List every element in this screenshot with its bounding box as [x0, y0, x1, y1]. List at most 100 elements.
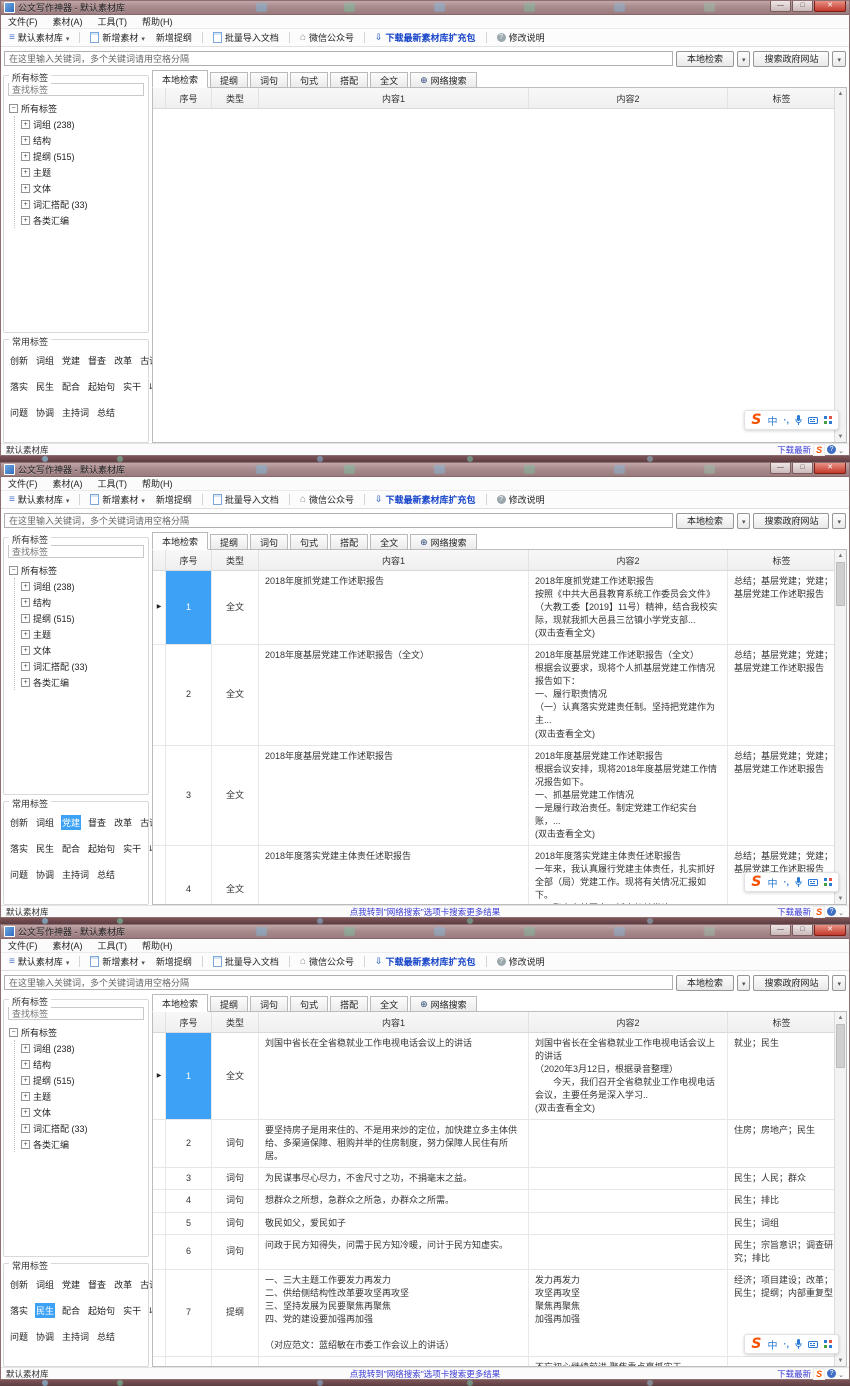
status-download-link[interactable]: 下载最新 — [777, 444, 811, 456]
sogou-mini-icon[interactable] — [813, 906, 825, 918]
common-tag[interactable]: 创新 — [9, 815, 29, 830]
tree-item[interactable]: 文体 — [21, 642, 144, 658]
expand-icon[interactable] — [21, 168, 30, 177]
chevron-icon[interactable] — [838, 1369, 844, 1379]
sogou-logo-icon[interactable] — [751, 874, 761, 890]
sogou-input-toolbar[interactable] — [744, 1334, 839, 1354]
help-mini-icon[interactable] — [827, 907, 836, 916]
table-row[interactable]: 2全文2018年度基层党建工作述职报告（全文）2018年度基层党建工作述职报告（… — [153, 645, 846, 745]
microphone-icon[interactable] — [795, 877, 802, 887]
keyboard-icon[interactable] — [808, 879, 818, 886]
common-tag[interactable]: 配合 — [61, 841, 81, 856]
common-tag[interactable]: 协调 — [35, 867, 55, 882]
tree-item[interactable]: 词组 (238) — [21, 1040, 144, 1056]
tab-fulltext[interactable]: 全文 — [370, 534, 408, 550]
chevron-icon[interactable] — [838, 445, 844, 455]
common-tag[interactable]: 总结 — [96, 867, 116, 882]
expand-icon[interactable] — [21, 1060, 30, 1069]
column-header-c1[interactable]: 内容1 — [259, 550, 529, 570]
expand-icon[interactable] — [21, 598, 30, 607]
local-search-dropdown-button[interactable] — [737, 975, 751, 991]
tab-local-search[interactable]: 本地检索 — [152, 70, 208, 88]
find-tag-input[interactable] — [8, 545, 144, 558]
common-tag[interactable]: 改革 — [113, 1277, 133, 1292]
expand-icon[interactable] — [21, 1076, 30, 1085]
close-button[interactable]: ✕ — [814, 1, 846, 12]
common-tag[interactable]: 实干 — [122, 1303, 142, 1318]
batch-import-button[interactable]: 批量导入文档 — [210, 30, 282, 45]
tab-local-search[interactable]: 本地检索 — [152, 994, 208, 1012]
tree-item-root[interactable]: 所有标签 — [8, 100, 144, 116]
common-tag[interactable]: 实干 — [122, 379, 142, 394]
common-tag[interactable]: 创新 — [9, 353, 29, 368]
local-search-button[interactable]: 本地检索 — [676, 513, 734, 529]
common-tag[interactable]: 起始句 — [87, 1303, 116, 1318]
tab-fulltext[interactable]: 全文 — [370, 996, 408, 1012]
title-bar[interactable]: 公文写作神器 - 默认素材库 — □ ✕ — [1, 1, 849, 15]
status-download-link[interactable]: 下载最新 — [777, 906, 811, 918]
maximize-button[interactable]: □ — [792, 925, 813, 936]
menu-tools[interactable]: 工具(T) — [98, 477, 128, 490]
column-header-tags[interactable]: 标签 — [728, 88, 835, 108]
column-header-num[interactable]: 序号 — [166, 88, 212, 108]
scroll-up-icon[interactable] — [835, 550, 846, 561]
tree-item[interactable]: 词汇搭配 (33) — [21, 196, 144, 212]
table-row[interactable]: 3词句为民谋事尽心尽力，不舍尺寸之功，不捐毫末之益。民生；人民；群众 — [153, 1168, 846, 1190]
toolbox-grid-icon[interactable] — [824, 878, 832, 886]
more-results-link[interactable]: 点我转到"网络搜索"选项卡搜索更多结果 — [350, 906, 501, 918]
common-tag[interactable]: 改革 — [113, 815, 133, 830]
minimize-button[interactable]: — — [770, 925, 791, 936]
maximize-button[interactable]: □ — [792, 1, 813, 12]
minimize-button[interactable]: — — [770, 463, 791, 474]
changelog-button[interactable]: 修改说明 — [494, 954, 548, 969]
more-results-link[interactable]: 点我转到"网络搜索"选项卡搜索更多结果 — [350, 1368, 501, 1380]
tree-item[interactable]: 主题 — [21, 1088, 144, 1104]
column-header-c2[interactable]: 内容2 — [529, 88, 728, 108]
local-search-dropdown-button[interactable] — [737, 513, 751, 529]
expand-icon[interactable] — [21, 1108, 30, 1117]
common-tag[interactable]: 主持词 — [61, 1329, 90, 1344]
wechat-button[interactable]: 微信公众号 — [297, 30, 357, 45]
common-tag[interactable]: 改革 — [113, 353, 133, 368]
table-row[interactable]: 1全文刘国中省长在全省稳就业工作电视电话会议上的讲话刘国中省长在全省稳就业工作电… — [153, 1033, 846, 1120]
wechat-button[interactable]: 微信公众号 — [297, 954, 357, 969]
vertical-scrollbar[interactable] — [834, 1012, 846, 1366]
common-tag[interactable]: 主持词 — [61, 405, 90, 420]
expand-icon[interactable] — [21, 1044, 30, 1053]
table-row[interactable]: 6词句问政于民方知得失，问需于民方知冷暖，问计于民方知虚实。民生；宗旨意识；调查… — [153, 1235, 846, 1270]
common-tag[interactable]: 督查 — [87, 1277, 107, 1292]
chevron-icon[interactable] — [838, 907, 844, 917]
microphone-icon[interactable] — [795, 415, 802, 425]
expand-icon[interactable] — [21, 582, 30, 591]
keyboard-icon[interactable] — [808, 1341, 818, 1348]
tree-item[interactable]: 提纲 (515) — [21, 1072, 144, 1088]
expand-icon[interactable] — [21, 678, 30, 687]
help-mini-icon[interactable] — [827, 1369, 836, 1378]
common-tag[interactable]: 协调 — [35, 405, 55, 420]
column-header-tags[interactable]: 标签 — [728, 1012, 835, 1032]
tab-phrases[interactable]: 词句 — [250, 72, 288, 88]
scrollbar-thumb[interactable] — [836, 1024, 845, 1068]
menu-file[interactable]: 文件(F) — [8, 477, 38, 490]
common-tag[interactable]: 总结 — [96, 1329, 116, 1344]
microphone-icon[interactable] — [795, 1339, 802, 1349]
scrollbar-thumb[interactable] — [836, 562, 845, 606]
title-bar[interactable]: 公文写作神器 - 默认素材库 — □ ✕ — [1, 463, 849, 477]
sogou-input-toolbar[interactable] — [744, 410, 839, 430]
column-header-c1[interactable]: 内容1 — [259, 88, 529, 108]
tab-phrases[interactable]: 词句 — [250, 534, 288, 550]
punctuation-icon[interactable] — [784, 877, 790, 887]
expand-icon[interactable] — [21, 1092, 30, 1101]
toolbox-grid-icon[interactable] — [824, 416, 832, 424]
tree-item[interactable]: 结构 — [21, 1056, 144, 1072]
column-header-type[interactable]: 类型 — [212, 1012, 259, 1032]
tree-item[interactable]: 主题 — [21, 164, 144, 180]
tab-web-search[interactable]: 网络搜索 — [410, 534, 477, 550]
column-header-c1[interactable]: 内容1 — [259, 1012, 529, 1032]
common-tag[interactable]: 党建 — [61, 1277, 81, 1292]
expand-icon[interactable] — [21, 152, 30, 161]
column-header-num[interactable]: 序号 — [166, 550, 212, 570]
common-tag[interactable]: 民生 — [35, 1303, 55, 1318]
tree-item[interactable]: 提纲 (515) — [21, 148, 144, 164]
vertical-scrollbar[interactable] — [834, 550, 846, 904]
